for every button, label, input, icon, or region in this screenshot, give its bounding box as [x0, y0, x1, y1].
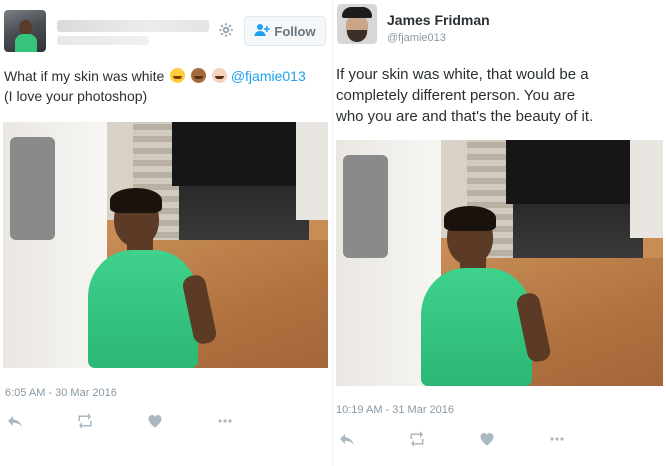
tweet-text: If your skin was white, that would be a …: [336, 64, 593, 127]
tweet-photo[interactable]: [336, 140, 663, 386]
tweet-timestamp[interactable]: 10:19 AM - 31 Mar 2016: [336, 404, 454, 416]
avatar[interactable]: [337, 4, 377, 44]
dark-skin-face-emoji: [191, 68, 207, 83]
laughing-face-emoji: [170, 68, 186, 83]
avatar[interactable]: [4, 10, 46, 52]
add-user-icon: [254, 23, 271, 40]
tweet-text-line3: who you are and that's the beauty of it.: [336, 108, 594, 125]
tweet-text-line1: If your skin was white, that would be a: [336, 66, 589, 83]
tweet-text-line1: What if my skin was white: [4, 68, 165, 84]
retweet-icon[interactable]: [77, 413, 93, 429]
reply-icon[interactable]: [339, 431, 355, 447]
light-skin-face-emoji: [211, 68, 227, 83]
tweet-actions: [7, 413, 287, 429]
heart-icon[interactable]: [147, 413, 163, 429]
retweet-icon[interactable]: [409, 431, 425, 447]
tweet-text-line2: (I love your photoshop): [4, 88, 148, 104]
more-icon[interactable]: [549, 431, 565, 447]
redacted-name: [57, 20, 209, 32]
tweet-actions: [339, 431, 619, 447]
tweet-text-line2: completely different person. You are: [336, 87, 576, 104]
reply-icon[interactable]: [7, 413, 23, 429]
more-icon[interactable]: [217, 413, 233, 429]
follow-label: Follow: [274, 23, 316, 39]
user-handle[interactable]: @fjamie013: [387, 32, 446, 44]
user-name[interactable]: James Fridman: [387, 12, 490, 28]
left-tweet: Follow What if my skin was white @fjamie…: [0, 0, 332, 466]
follow-button[interactable]: Follow: [244, 16, 326, 46]
tweet-timestamp[interactable]: 6:05 AM - 30 Mar 2016: [5, 387, 117, 399]
redacted-handle: [57, 36, 149, 45]
tweet-text: What if my skin was white @fjamie013 (I …: [4, 66, 306, 106]
heart-icon[interactable]: [479, 431, 495, 447]
mention-link[interactable]: @fjamie013: [231, 68, 306, 84]
gear-icon[interactable]: [218, 22, 234, 38]
tweet-photo[interactable]: [3, 122, 328, 368]
right-tweet: James Fridman @fjamie013 If your skin wa…: [333, 0, 666, 466]
